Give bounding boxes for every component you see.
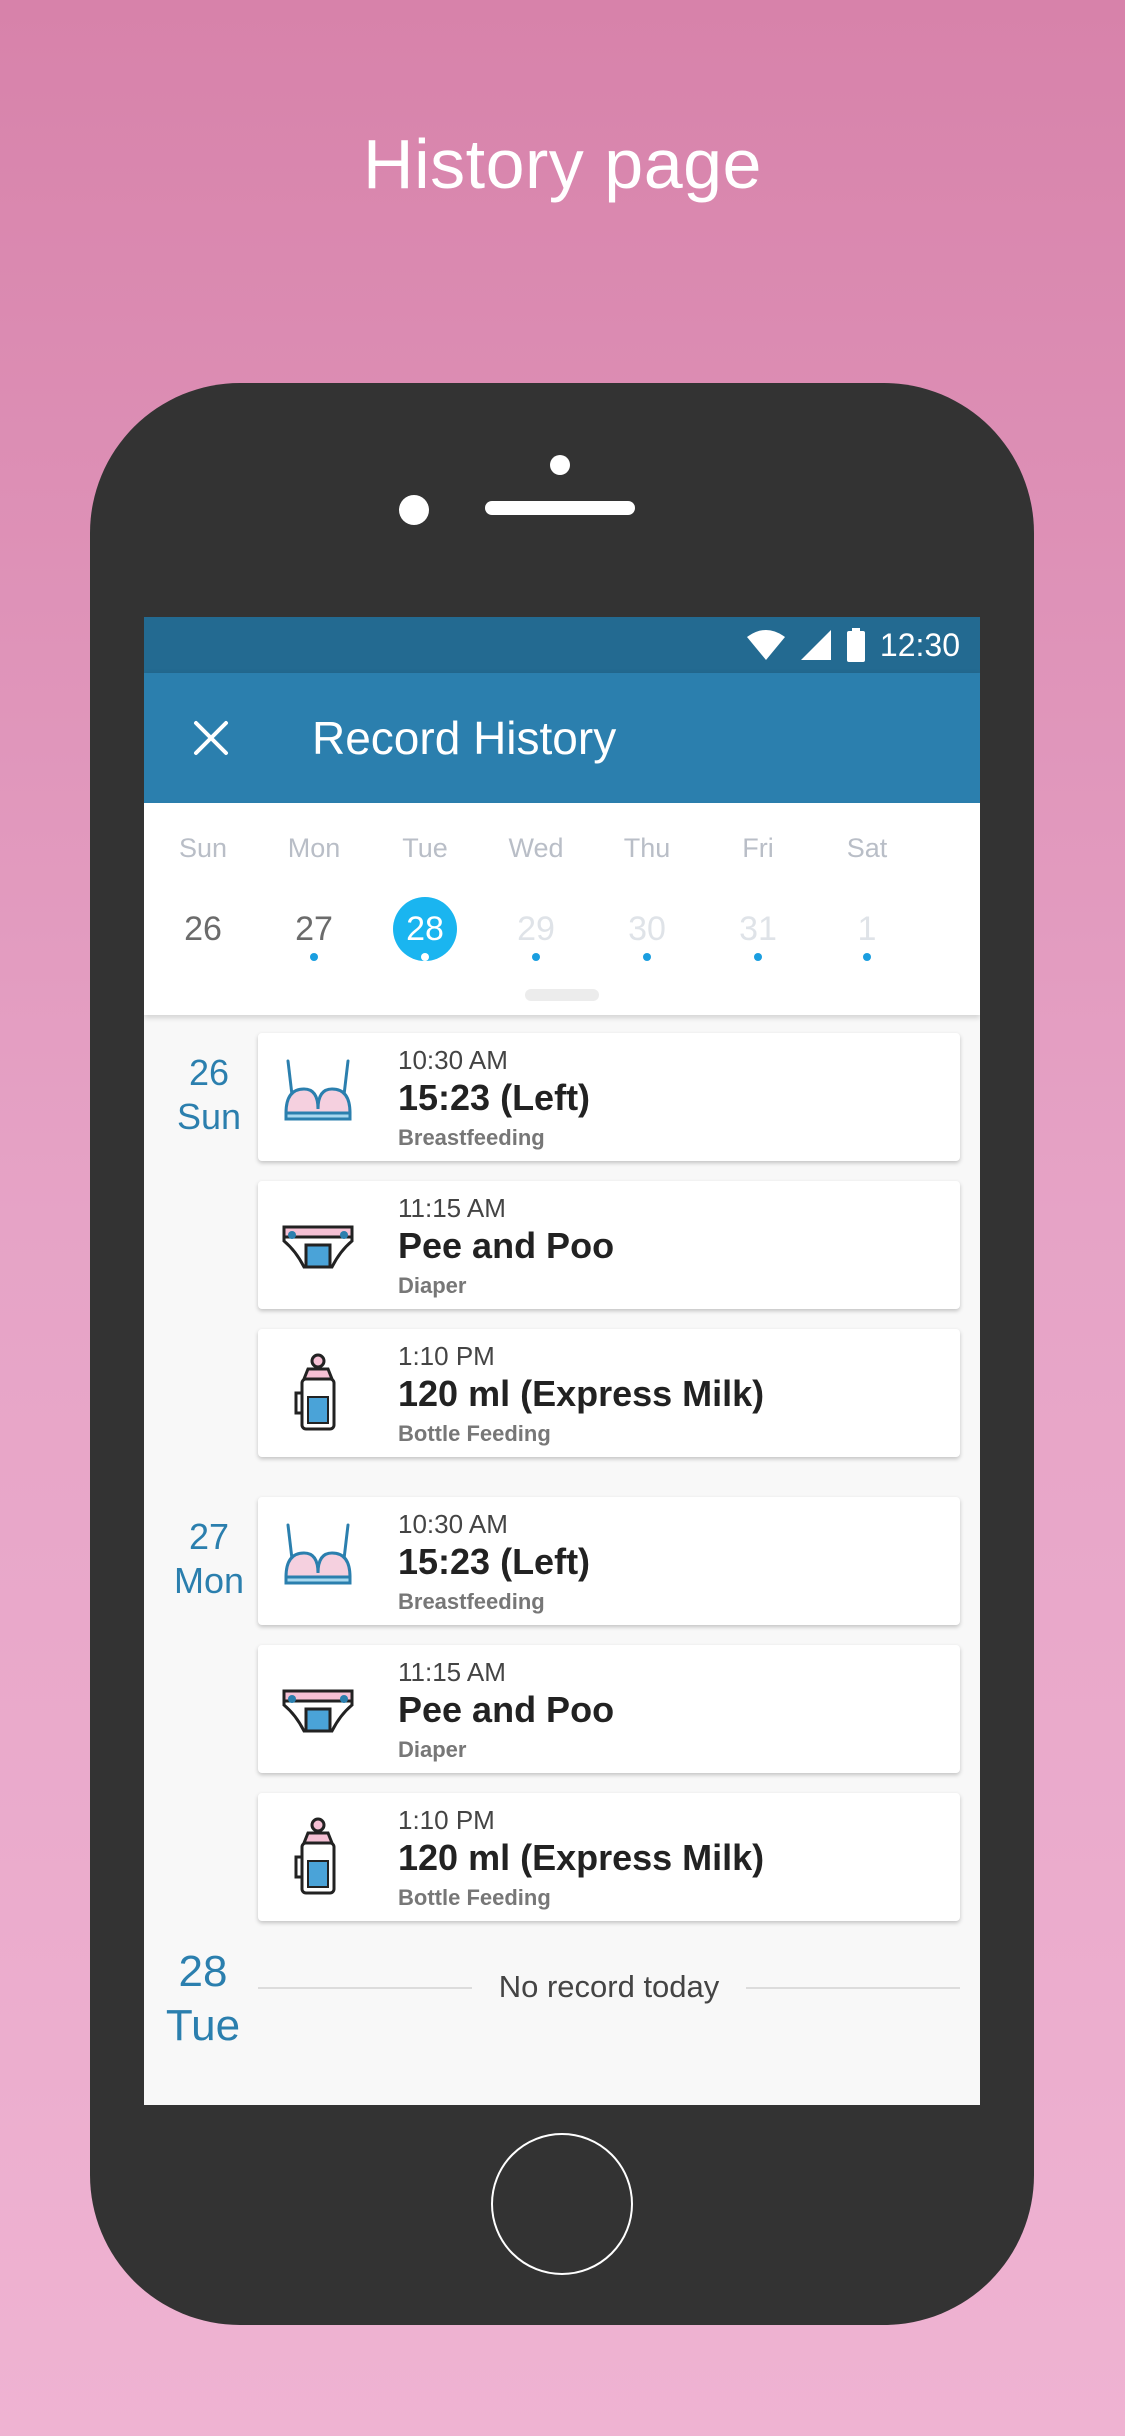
record-card[interactable]: 1:10 PM 120 ml (Express Milk) Bottle Fee… — [258, 1793, 960, 1921]
day-mon[interactable]: Mon 27 — [259, 803, 369, 1003]
record-time: 11:15 AM — [398, 1657, 506, 1687]
day-number: 26 — [184, 909, 222, 948]
diaper-icon — [282, 1689, 354, 1733]
divider — [746, 1987, 960, 1989]
signal-icon — [800, 630, 831, 660]
battery-icon — [846, 628, 865, 662]
day-name: Sat — [846, 833, 888, 863]
day-label-weekday: Mon — [173, 1560, 245, 1601]
day-number: 31 — [739, 909, 777, 948]
record-card[interactable]: 10:30 AM 15:23 (Left) Breastfeeding — [258, 1497, 960, 1625]
day-number: 29 — [517, 909, 555, 948]
day-label-28: 28 Tue — [144, 1945, 268, 2053]
record-dot — [863, 953, 871, 961]
day-label-weekday: Sun — [176, 1096, 242, 1137]
record-time: 10:30 AM — [398, 1045, 508, 1075]
page-title: Record History — [312, 712, 617, 764]
day-sun[interactable]: Sun 26 — [148, 803, 258, 1003]
day-label-weekday: Tue — [165, 2001, 241, 2050]
day-label-date: 27 — [188, 1516, 230, 1557]
record-time: 1:10 PM — [398, 1805, 495, 1835]
record-value: Pee and Poo — [398, 1689, 615, 1730]
status-bar: 12:30 — [144, 617, 980, 673]
record-dot — [532, 953, 540, 961]
diaper-icon — [282, 1225, 354, 1269]
day-thu[interactable]: Thu 30 — [592, 803, 702, 1003]
close-button[interactable] — [184, 711, 238, 765]
day-name: Tue — [402, 833, 448, 863]
day-name: Mon — [287, 833, 341, 863]
record-value: 15:23 (Left) — [398, 1541, 591, 1582]
record-value: 120 ml (Express Milk) — [398, 1373, 765, 1414]
phone-sensor — [550, 455, 570, 475]
app-bar: Record History — [144, 673, 980, 803]
phone-speaker — [485, 501, 635, 515]
status-time: 12:30 — [879, 626, 960, 663]
app-screen: 12:30 Record History Sun 26 Mon 27 Tue 2… — [144, 617, 980, 2105]
day-tue[interactable]: Tue 28 — [370, 803, 480, 1003]
record-dot — [421, 953, 429, 961]
record-type: Bottle Feeding — [398, 1885, 551, 1910]
week-calendar: Sun 26 Mon 27 Tue 28 Wed 29 Thu 30 Fri 3… — [144, 803, 980, 1015]
record-type: Bottle Feeding — [398, 1421, 551, 1446]
day-label-date: 28 — [178, 1947, 228, 1996]
record-card[interactable]: 1:10 PM 120 ml (Express Milk) Bottle Fee… — [258, 1329, 960, 1457]
breastfeeding-icon — [284, 1059, 352, 1121]
page-headline: History page — [363, 125, 762, 203]
day-sat[interactable]: Sat 1 — [812, 803, 922, 1003]
home-button[interactable] — [491, 2133, 633, 2275]
bottle-icon — [294, 1817, 336, 1895]
record-value: Pee and Poo — [398, 1225, 615, 1266]
day-number: 1 — [857, 909, 877, 948]
record-type: Diaper — [398, 1273, 467, 1298]
record-dot — [310, 953, 318, 961]
day-label-27: 27 Mon — [144, 1515, 274, 1603]
record-card[interactable]: 10:30 AM 15:23 (Left) Breastfeeding — [258, 1033, 960, 1161]
day-label-26: 26 Sun — [144, 1051, 274, 1139]
record-card[interactable]: 11:15 AM Pee and Poo Diaper — [258, 1645, 960, 1773]
record-type: Diaper — [398, 1737, 467, 1762]
day-name: Fri — [742, 833, 774, 863]
day-fri[interactable]: Fri 31 — [703, 803, 813, 1003]
day-name: Wed — [508, 833, 564, 863]
day-number: 27 — [295, 909, 333, 948]
breastfeeding-icon — [284, 1523, 352, 1585]
record-type: Breastfeeding — [398, 1589, 545, 1614]
day-number: 30 — [628, 909, 666, 948]
day-label-date: 26 — [188, 1052, 230, 1093]
record-card[interactable]: 11:15 AM Pee and Poo Diaper — [258, 1181, 960, 1309]
day-number: 28 — [406, 909, 444, 948]
day-wed[interactable]: Wed 29 — [481, 803, 591, 1003]
record-dot — [754, 953, 762, 961]
record-time: 1:10 PM — [398, 1341, 495, 1371]
record-value: 120 ml (Express Milk) — [398, 1837, 765, 1878]
day-name: Sun — [178, 833, 228, 863]
record-value: 15:23 (Left) — [398, 1077, 591, 1118]
day-name: Thu — [623, 833, 671, 863]
record-time: 11:15 AM — [398, 1193, 506, 1223]
record-dot — [643, 953, 651, 961]
phone-frame: 12:30 Record History Sun 26 Mon 27 Tue 2… — [90, 383, 1034, 2325]
no-record-row: No record today — [258, 1967, 960, 2007]
drag-handle[interactable] — [525, 989, 599, 1001]
wifi-icon — [746, 630, 785, 660]
phone-camera — [399, 495, 429, 525]
bottle-icon — [294, 1353, 336, 1431]
close-icon — [194, 721, 228, 755]
record-time: 10:30 AM — [398, 1509, 508, 1539]
record-type: Breastfeeding — [398, 1125, 545, 1150]
